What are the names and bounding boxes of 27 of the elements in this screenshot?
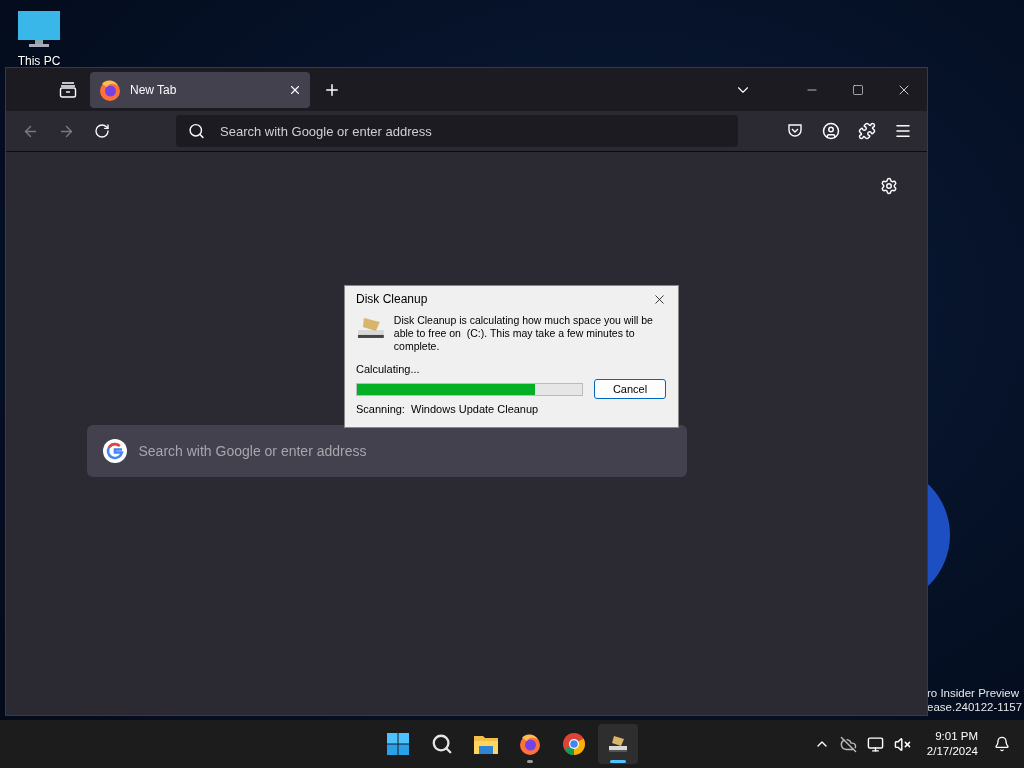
cancel-button[interactable]: Cancel [594,379,666,399]
network-icon[interactable] [866,735,884,753]
desktop-icon-label[interactable]: This PC [17,54,61,68]
taskbar-app[interactable] [598,724,638,764]
windows-icon [386,732,410,756]
folder-icon [473,733,499,755]
volume-muted-icon[interactable] [893,735,911,753]
cloud-off-icon[interactable] [839,735,857,753]
watermark-text: ro Insider Preview [927,686,1020,700]
address-field[interactable]: Search with Google or enter address [176,115,738,147]
browser-tab[interactable]: New Tab [90,71,310,108]
search-icon [188,122,205,140]
watermark-text: ease.240122-1157 [927,700,1023,714]
clock-date[interactable]: 2/17/2024 [926,744,978,759]
chrome-icon [562,732,586,756]
firefox-icon [518,732,542,756]
search-icon [431,733,453,755]
monitor-icon[interactable] [17,10,61,50]
dialog-message: Disk Cleanup is calculating how much space you will be able to free on (C:). This may take a few minutes to complete. [393,314,654,353]
search-field[interactable]: Search with Google or enter address [86,425,687,477]
dialog-title: Disk Cleanup [356,292,428,306]
google-icon [102,439,127,463]
status-text: Calculating... [356,363,421,375]
notification-icon[interactable] [994,736,1010,752]
clock-time[interactable]: 9:01 PM [935,729,978,744]
firefox-icon [98,77,122,102]
scanning-text: Scanning: Windows Update Cleanup [356,403,540,415]
